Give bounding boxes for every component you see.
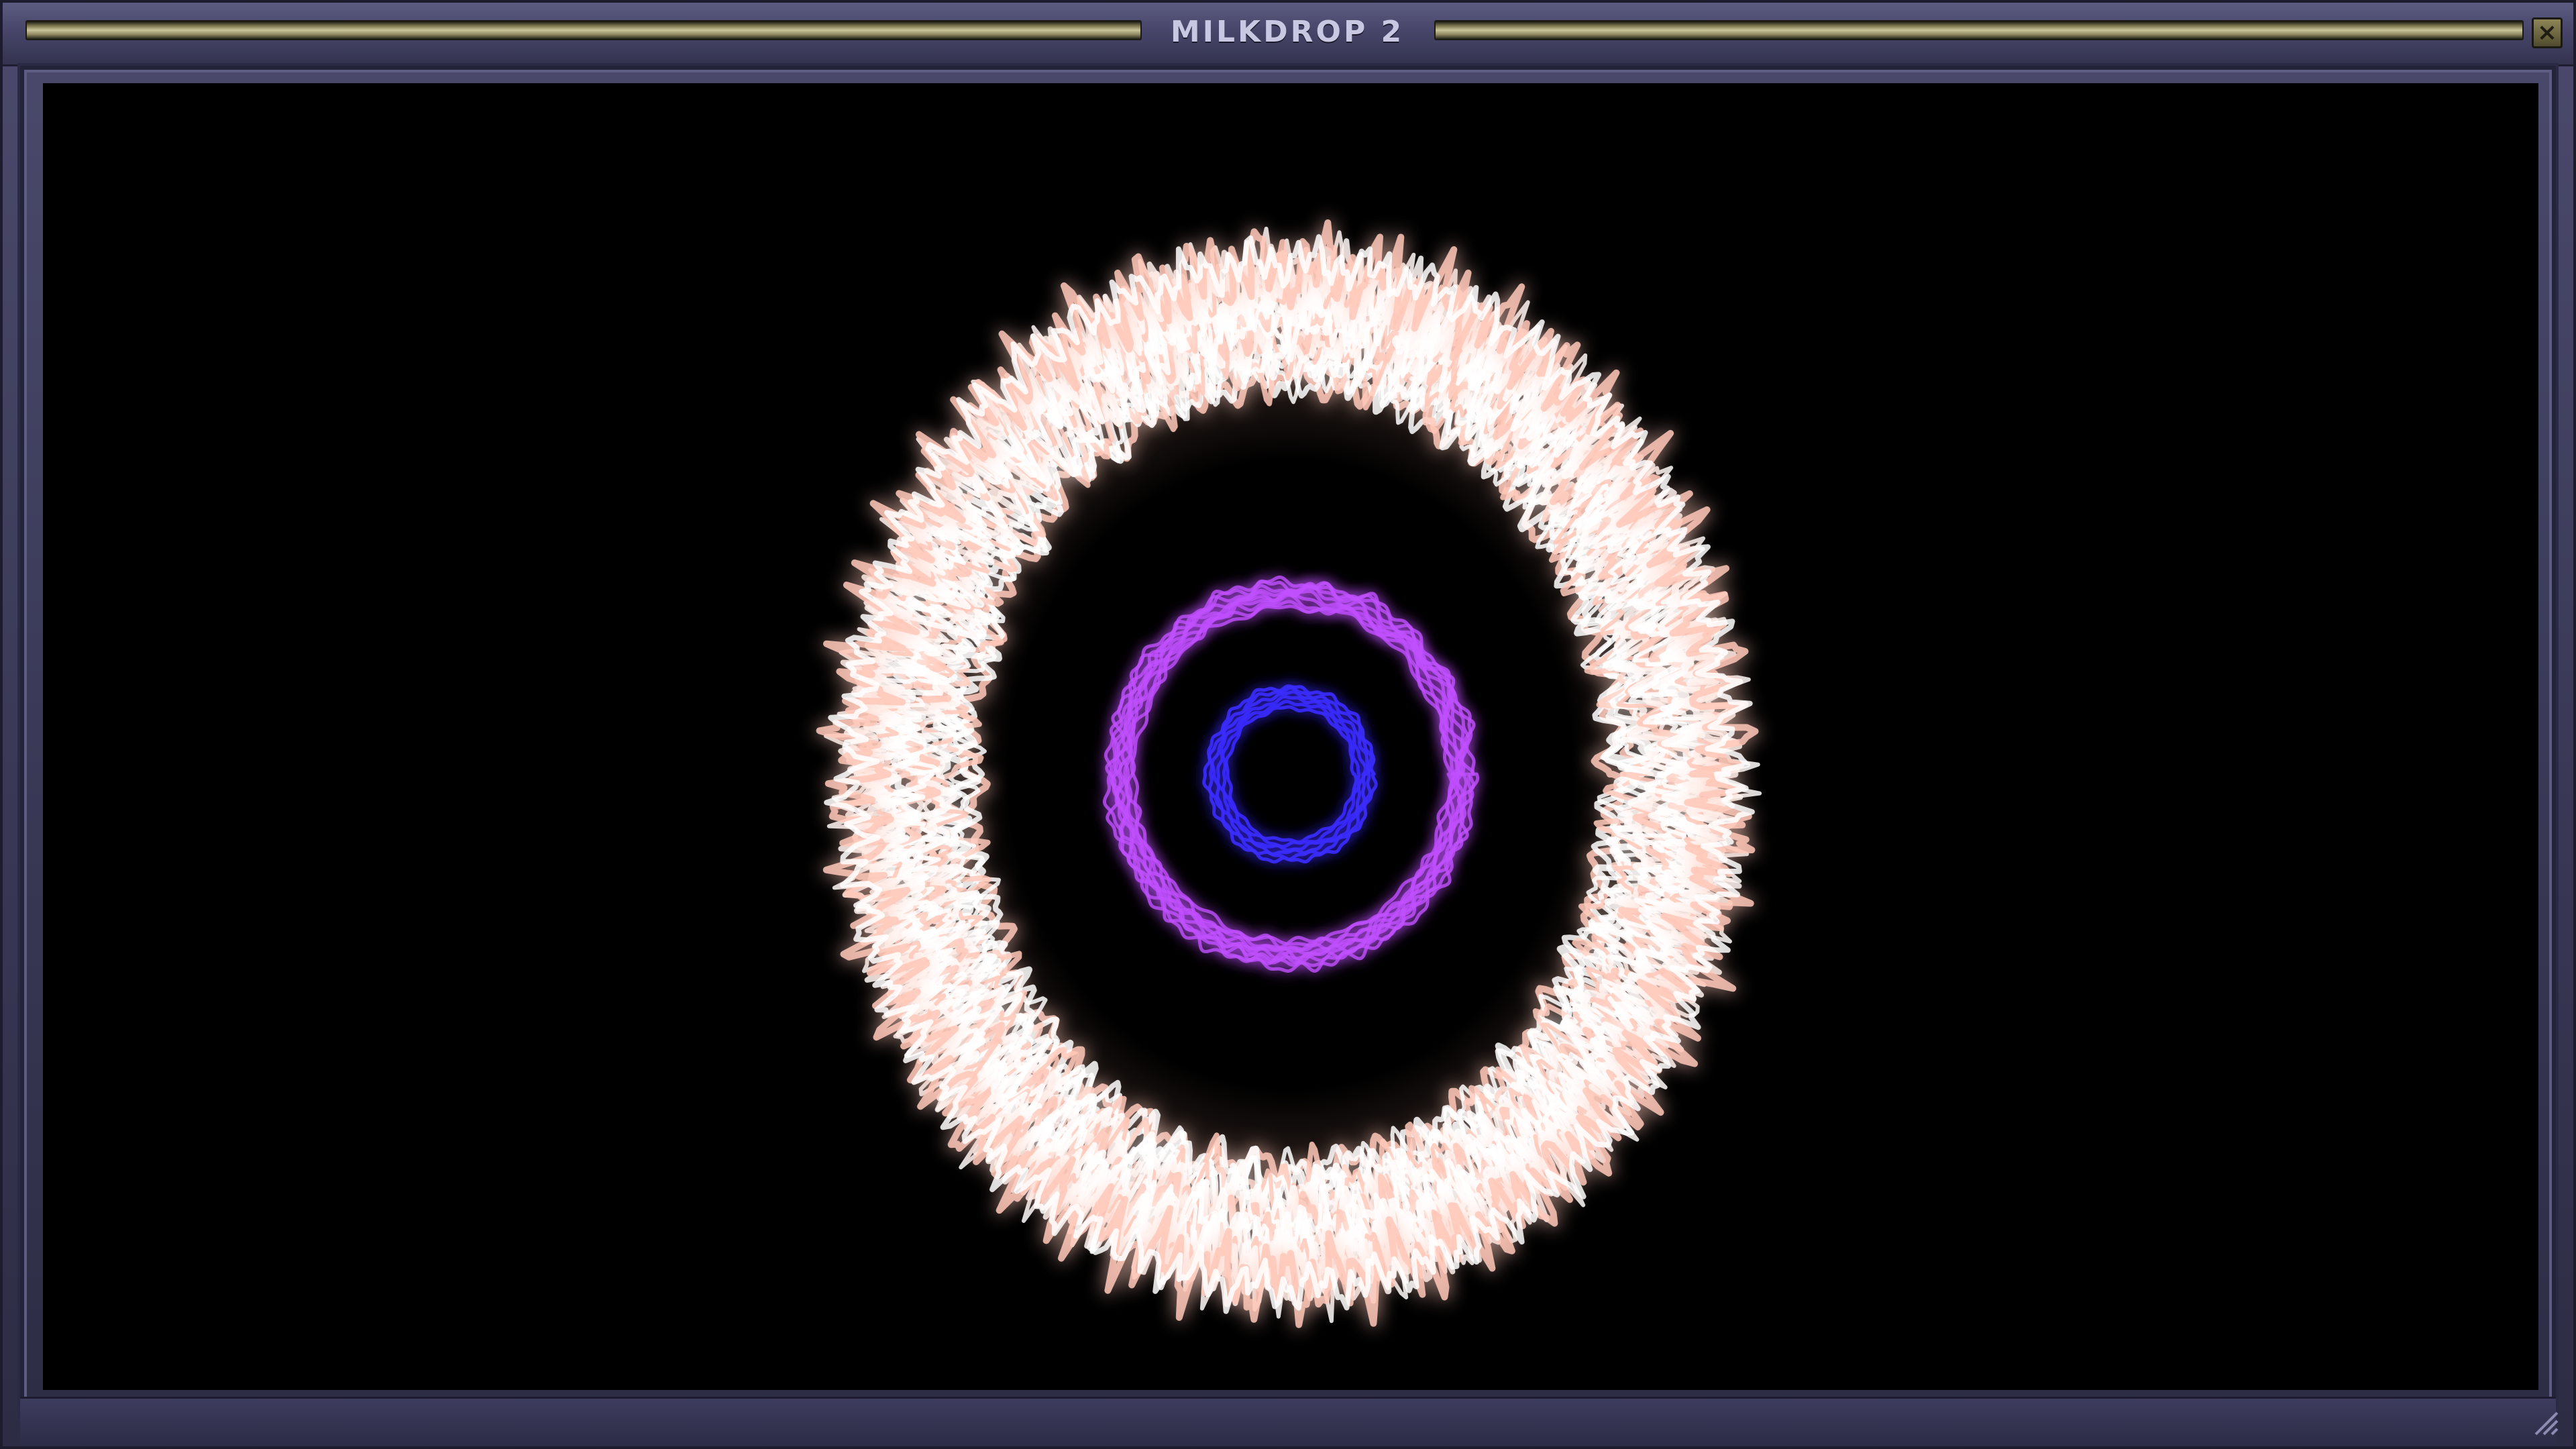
outer-spectrum-ring (816, 219, 1762, 1328)
milkdrop-window: MILKDROP 2 × (0, 0, 2576, 1449)
visualization-viewport[interactable] (43, 83, 2538, 1390)
title-bar-groove-right (1434, 20, 2524, 40)
close-button[interactable]: × (2532, 17, 2563, 48)
title-bar-groove-left (25, 20, 1142, 40)
title-bar[interactable]: MILKDROP 2 × (3, 3, 2573, 66)
bottom-frame-bar (20, 1397, 2556, 1446)
close-icon: × (2536, 19, 2558, 46)
resize-grip-icon[interactable] (2532, 1409, 2559, 1436)
visualization-canvas (816, 219, 1762, 1328)
window-title: MILKDROP 2 (1170, 15, 1405, 49)
